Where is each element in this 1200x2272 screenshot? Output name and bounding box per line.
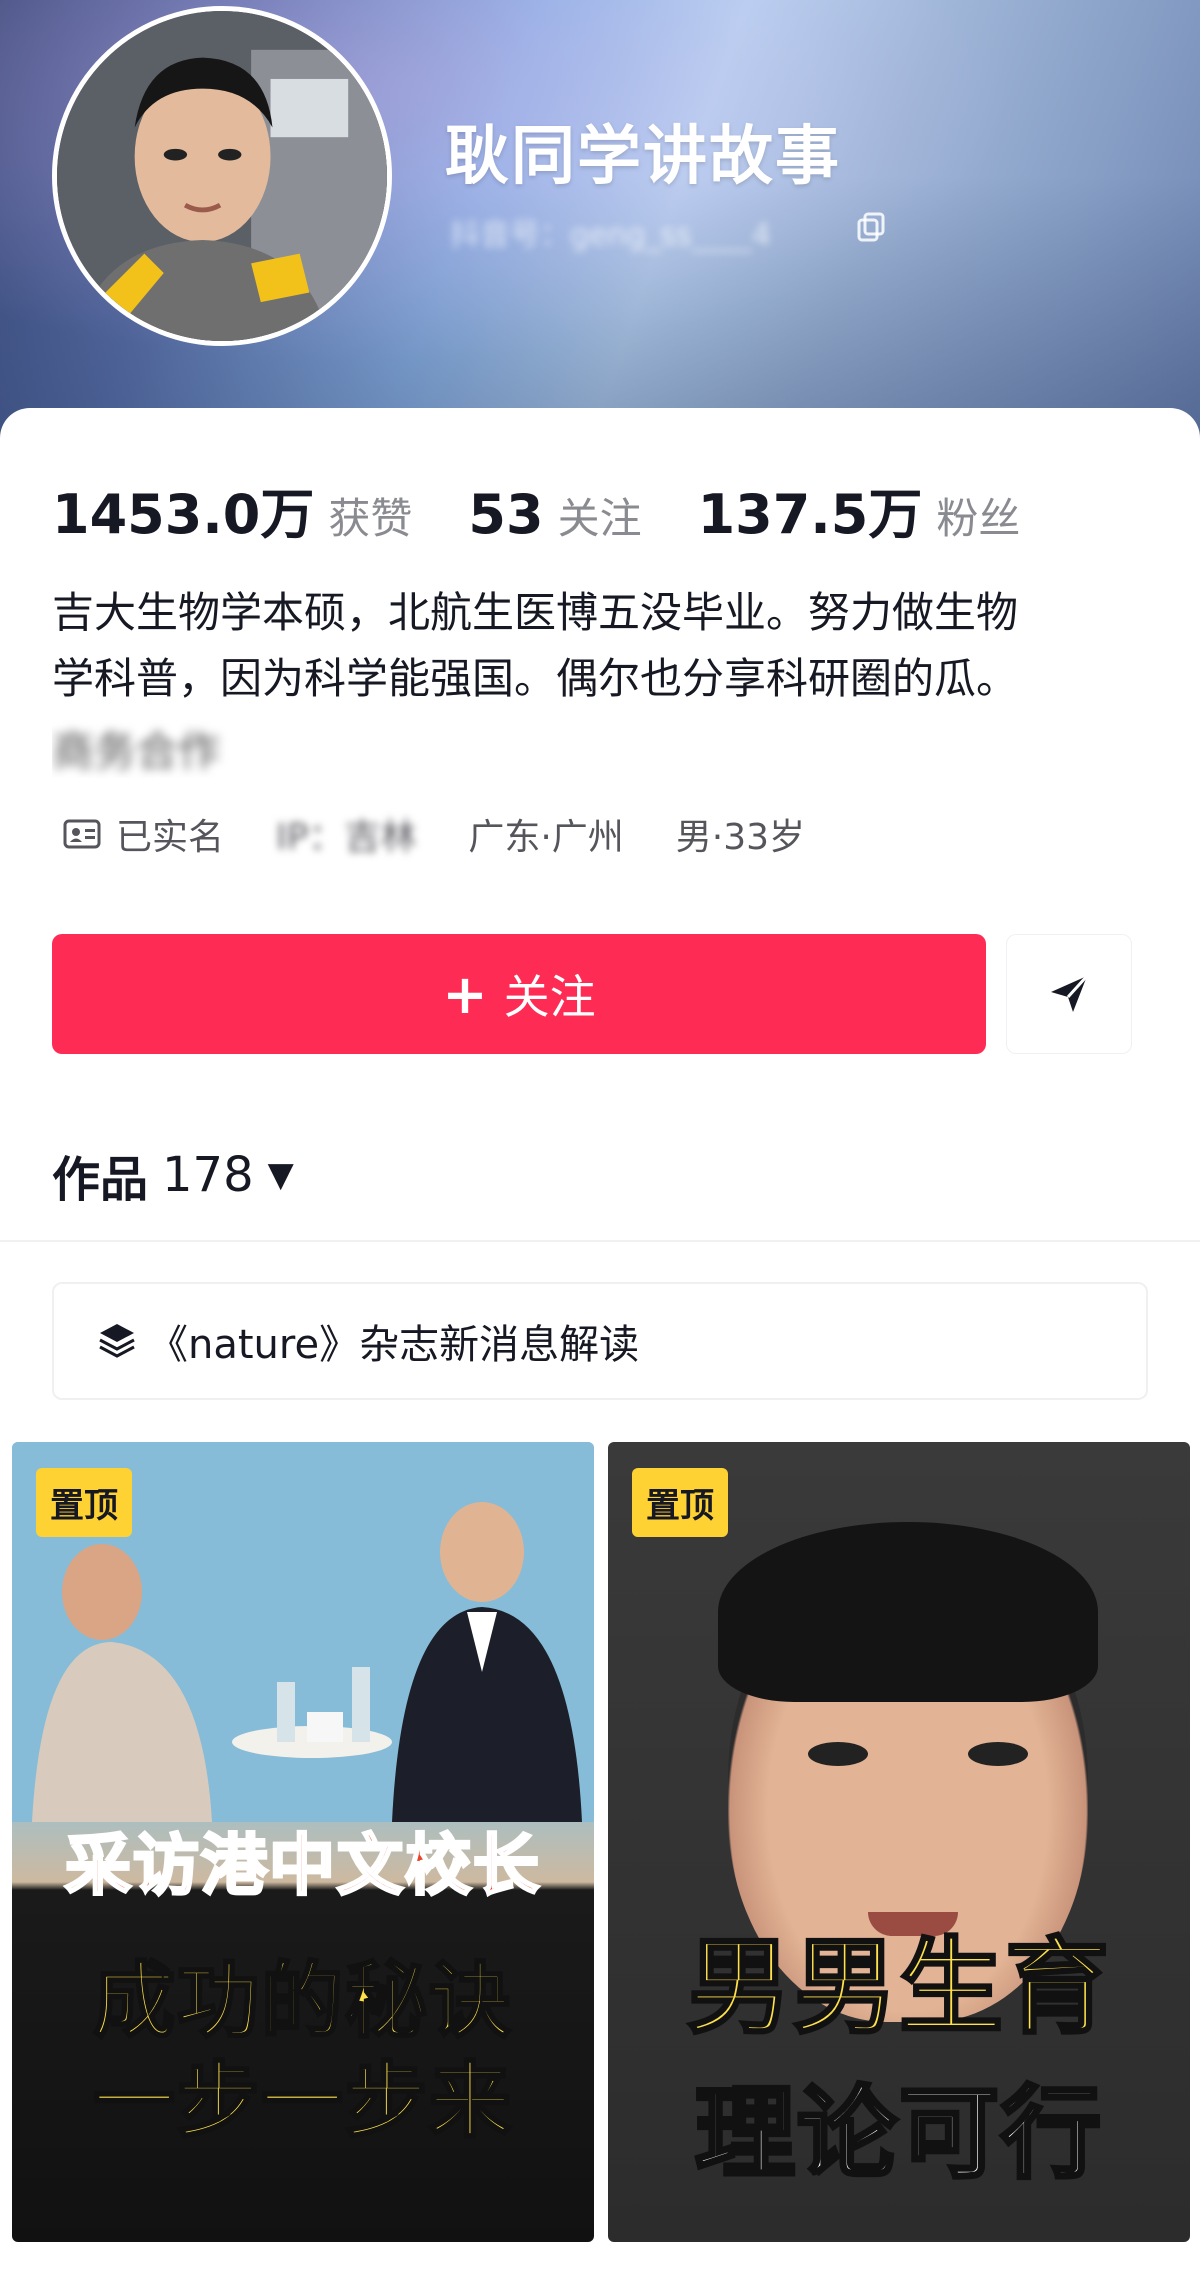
tag-verified: 已实名	[62, 808, 224, 860]
pinned-badge: 置顶	[36, 1468, 132, 1537]
ip-label: IP：吉林	[276, 817, 417, 858]
avatar-photo	[57, 11, 387, 341]
verified-label: 已实名	[116, 817, 225, 858]
profile-tags: 已实名 IP：吉林 广东·广州 男·33岁	[62, 808, 857, 860]
video-caption-main: 理论可行	[693, 2073, 1103, 2194]
tag-ip: IP：吉林	[276, 808, 416, 860]
followers-count: 137.5万	[697, 483, 923, 546]
bio: 吉大生物学本硕，北航生医博五没毕业。努力做生物 学科普，因为科学能强国。偶尔也分…	[52, 580, 1152, 712]
likes-label: 获赞	[328, 494, 413, 543]
collection-label: 《nature》杂志新消息解读	[148, 1322, 640, 1368]
copy-icon[interactable]	[855, 210, 889, 244]
bio-line-blurred: 商务合作	[52, 718, 402, 778]
works-label: 作品	[52, 1152, 149, 1208]
bio-line: 商务合作	[52, 727, 221, 776]
presenter-hair	[718, 1522, 1098, 1702]
id-card-icon	[63, 819, 101, 849]
collection-entry[interactable]: 《nature》杂志新消息解读	[52, 1282, 1148, 1400]
share-button[interactable]	[1006, 934, 1132, 1054]
stat-likes[interactable]: 1453.0万 获赞	[52, 470, 412, 549]
likes-count: 1453.0万	[52, 483, 315, 546]
following-count: 53	[468, 483, 544, 546]
follow-button-label: 关注	[503, 970, 596, 1024]
video-thumbnail[interactable]: 置顶 采访港中文校长 成功的秘诀 一步一步来	[12, 1442, 594, 2242]
plus-icon: +	[442, 962, 488, 1026]
follow-button[interactable]: + 关注	[52, 934, 986, 1054]
profile-nickname: 耿同学讲故事	[445, 120, 841, 194]
video-caption-top: 采访港中文校长	[64, 1826, 541, 1906]
account-id: 抖音号：geng_ss____4	[450, 218, 771, 253]
divider	[0, 1240, 1200, 1242]
video-caption-main: 男男生育	[685, 1925, 1111, 2050]
stat-following[interactable]: 53 关注	[468, 483, 641, 546]
avatar[interactable]	[52, 6, 392, 346]
presenter-eye	[808, 1742, 868, 1766]
tag-location: 广东·广州	[468, 808, 623, 860]
bio-line: 学科普，因为科学能强国。偶尔也分享科研圈的瓜。	[52, 654, 1019, 703]
works-count: 178	[162, 1147, 254, 1203]
presenter-eye	[968, 1742, 1028, 1766]
pinned-badge: 置顶	[632, 1468, 728, 1537]
video-caption-main: 一步一步来	[91, 2053, 513, 2151]
tab-works[interactable]: 作品 178 ▼	[52, 1140, 294, 1210]
gender-age-label: 男·33岁	[675, 817, 806, 858]
bio-line: 吉大生物学本硕，北航生医博五没毕业。努力做生物	[52, 588, 1019, 637]
following-label: 关注	[557, 494, 642, 543]
share-icon	[1051, 974, 1089, 1012]
video-thumbnail[interactable]: 置顶 男男生育 理论可行	[608, 1442, 1190, 2242]
stat-followers[interactable]: 137.5万 粉丝	[698, 470, 1021, 549]
followers-label: 粉丝	[936, 494, 1021, 543]
video-caption-main: 成功的秘诀	[91, 1953, 513, 2051]
layers-icon	[99, 1324, 135, 1358]
stats-row: 1453.0万 获赞 53 关注 137.5万 粉丝	[52, 470, 1076, 549]
video-grid: 置顶 采访港中文校长 成功的秘诀 一步一步来 置顶 男男生育 理论可行	[12, 1442, 1190, 2272]
tag-gender-age: 男·33岁	[676, 808, 805, 860]
caret-down-icon: ▼	[267, 1155, 294, 1195]
location-label: 广东·广州	[468, 817, 624, 858]
